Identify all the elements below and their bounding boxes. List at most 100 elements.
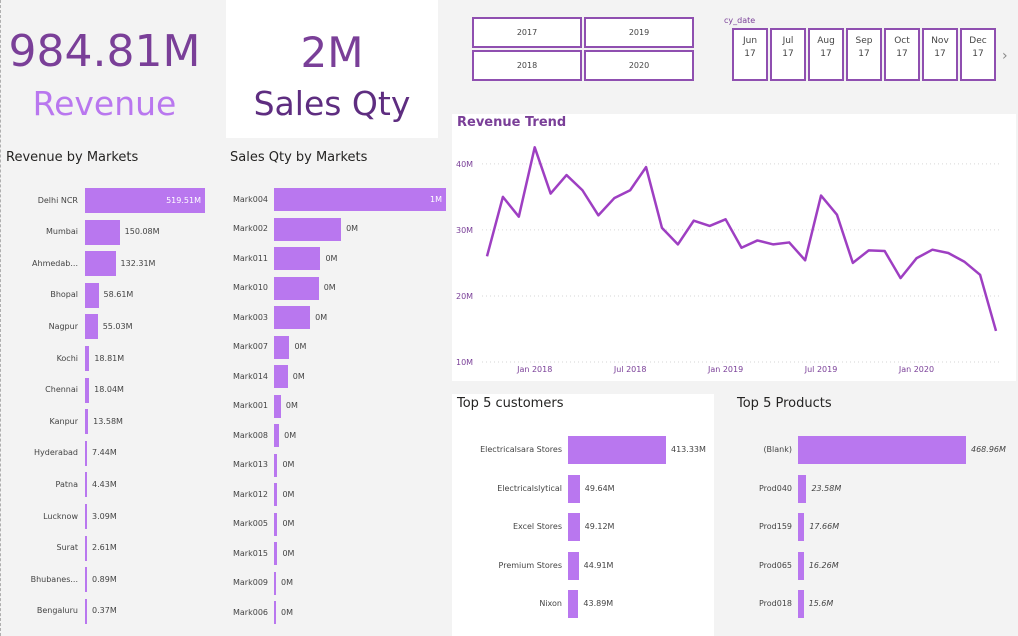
customer-bar[interactable]	[568, 590, 579, 618]
qty-market-bar[interactable]	[274, 247, 321, 270]
revenue-trend-point[interactable]	[692, 219, 696, 223]
qty-market-bar[interactable]	[274, 453, 278, 477]
revenue-market-category-label: Delhi NCR	[37, 195, 78, 205]
revenue-trend-point[interactable]	[501, 195, 505, 199]
revenue-trend-point[interactable]	[851, 261, 855, 265]
customer-bar[interactable]	[568, 474, 580, 503]
revenue-trend-point[interactable]	[755, 238, 759, 242]
revenue-trend-point[interactable]	[899, 276, 903, 280]
month-button-jun[interactable]: Jun 17	[732, 28, 768, 81]
revenue-trend-point[interactable]	[644, 165, 648, 169]
product-bar[interactable]	[798, 436, 966, 464]
month-year-label: 17	[820, 49, 832, 59]
revenue-market-bar[interactable]	[85, 377, 90, 403]
month-button-sep[interactable]: Sep 17	[846, 28, 882, 81]
revenue-trend-point[interactable]	[565, 173, 569, 177]
revenue-trend-point[interactable]	[740, 246, 744, 250]
revenue-trend-point[interactable]	[835, 213, 839, 217]
qty-market-value-label: 0M	[282, 548, 295, 558]
revenue-market-bar[interactable]	[85, 409, 89, 435]
kpi-qty-value: 2M	[300, 28, 364, 77]
revenue-trend-point[interactable]	[946, 251, 950, 255]
kpi-qty-card[interactable]: 2M Sales Qty	[226, 0, 438, 138]
product-bar[interactable]	[798, 474, 807, 503]
revenue-market-bar[interactable]	[85, 598, 87, 624]
revenue-trend-point[interactable]	[978, 273, 982, 277]
revenue-market-bar[interactable]	[85, 219, 120, 245]
customer-bar[interactable]	[568, 513, 580, 541]
customer-bar[interactable]	[568, 551, 579, 580]
revenue-trend-point[interactable]	[517, 215, 521, 219]
revenue-trend-point[interactable]	[962, 260, 966, 264]
qty-market-bar[interactable]	[274, 483, 278, 506]
revenue-trend-point[interactable]	[787, 240, 791, 244]
revenue-trend-point[interactable]	[549, 192, 553, 196]
revenue-trend-point[interactable]	[724, 217, 728, 221]
revenue-market-bar[interactable]	[85, 472, 87, 498]
qty-market-bar[interactable]	[274, 276, 319, 300]
qty-market-bar[interactable]	[274, 601, 276, 624]
month-button-oct[interactable]: Oct 17	[884, 28, 920, 81]
revenue-trend-point[interactable]	[580, 188, 584, 192]
product-bar[interactable]	[798, 551, 804, 580]
revenue-market-bar[interactable]	[85, 314, 98, 340]
revenue-trend-point[interactable]	[930, 248, 934, 252]
revenue-trend-point[interactable]	[771, 242, 775, 246]
revenue-trend-point[interactable]	[533, 145, 537, 149]
qty-market-bar[interactable]	[274, 306, 311, 329]
qty-market-bar[interactable]	[274, 217, 342, 241]
month-button-aug[interactable]: Aug 17	[808, 28, 844, 81]
revenue-trend-line[interactable]	[485, 146, 998, 332]
year-2018-button[interactable]: 2018	[472, 50, 582, 81]
product-value-label: 17.66M	[809, 522, 840, 531]
qty-market-bar[interactable]	[274, 365, 288, 388]
revenue-market-bar[interactable]	[85, 535, 87, 561]
revenue-market-bar[interactable]	[85, 504, 87, 529]
month-button-jul[interactable]: Jul 17	[770, 28, 806, 81]
kpi-revenue-card[interactable]: 984.81M Revenue	[2, 0, 207, 138]
qty-market-bar[interactable]	[274, 571, 276, 595]
revenue-trend-point[interactable]	[676, 242, 680, 246]
revenue-market-category-label: Lucknow	[43, 511, 78, 521]
trend-x-tick: Jul 2018	[613, 365, 647, 374]
year-2019-button[interactable]: 2019	[584, 17, 694, 48]
revenue-trend-point[interactable]	[867, 248, 871, 252]
revenue-trend-point[interactable]	[660, 226, 664, 230]
revenue-market-bar[interactable]	[85, 567, 87, 593]
year-2020-button[interactable]: 2020	[584, 50, 694, 81]
revenue-trend-point[interactable]	[708, 224, 712, 228]
revenue-trend-chart: 10M 20M 30M 40M Jan 2018 Jul 2018 Jan 2019 Jul …	[456, 145, 1002, 374]
year-2017-button[interactable]: 2017	[472, 17, 582, 48]
revenue-trend-point[interactable]	[485, 254, 489, 258]
qty-market-bar[interactable]	[274, 542, 278, 565]
top5-products-title: Top 5 Products	[737, 396, 832, 411]
product-category-label: (Blank)	[763, 445, 792, 454]
revenue-market-category-label: Nagpur	[48, 321, 78, 331]
trend-y-tick: 30M	[456, 226, 473, 235]
product-bar[interactable]	[798, 513, 805, 541]
customer-bar[interactable]	[568, 436, 666, 464]
revenue-trend-point[interactable]	[883, 249, 887, 253]
month-buttons: Jun 17 Jul 17 Aug 17 Sep 17 Oct 17 Nov 17 Dec 17	[732, 28, 1002, 82]
revenue-trend-point[interactable]	[596, 213, 600, 217]
month-button-nov[interactable]: Nov 17	[922, 28, 958, 81]
qty-market-value-label: 0M	[292, 371, 305, 381]
qty-market-bar[interactable]	[274, 424, 280, 447]
revenue-market-bar[interactable]	[85, 282, 99, 308]
revenue-trend-point[interactable]	[994, 329, 998, 333]
qty-market-bar[interactable]	[274, 512, 278, 536]
revenue-trend-point[interactable]	[803, 258, 807, 262]
month-button-dec[interactable]: Dec 17	[960, 28, 996, 81]
chevron-right-icon[interactable]: ›	[1002, 48, 1008, 64]
revenue-trend-point[interactable]	[628, 188, 632, 192]
revenue-market-bar[interactable]	[85, 440, 87, 466]
revenue-trend-point[interactable]	[914, 256, 918, 260]
qty-market-bar[interactable]	[274, 394, 281, 418]
qty-market-category-label: Mark011	[233, 253, 268, 263]
product-bar[interactable]	[798, 590, 804, 618]
qty-market-bar[interactable]	[274, 335, 290, 359]
revenue-trend-point[interactable]	[819, 194, 823, 198]
revenue-market-bar[interactable]	[85, 346, 90, 371]
revenue-market-bar[interactable]	[85, 251, 116, 277]
revenue-trend-point[interactable]	[612, 196, 616, 200]
